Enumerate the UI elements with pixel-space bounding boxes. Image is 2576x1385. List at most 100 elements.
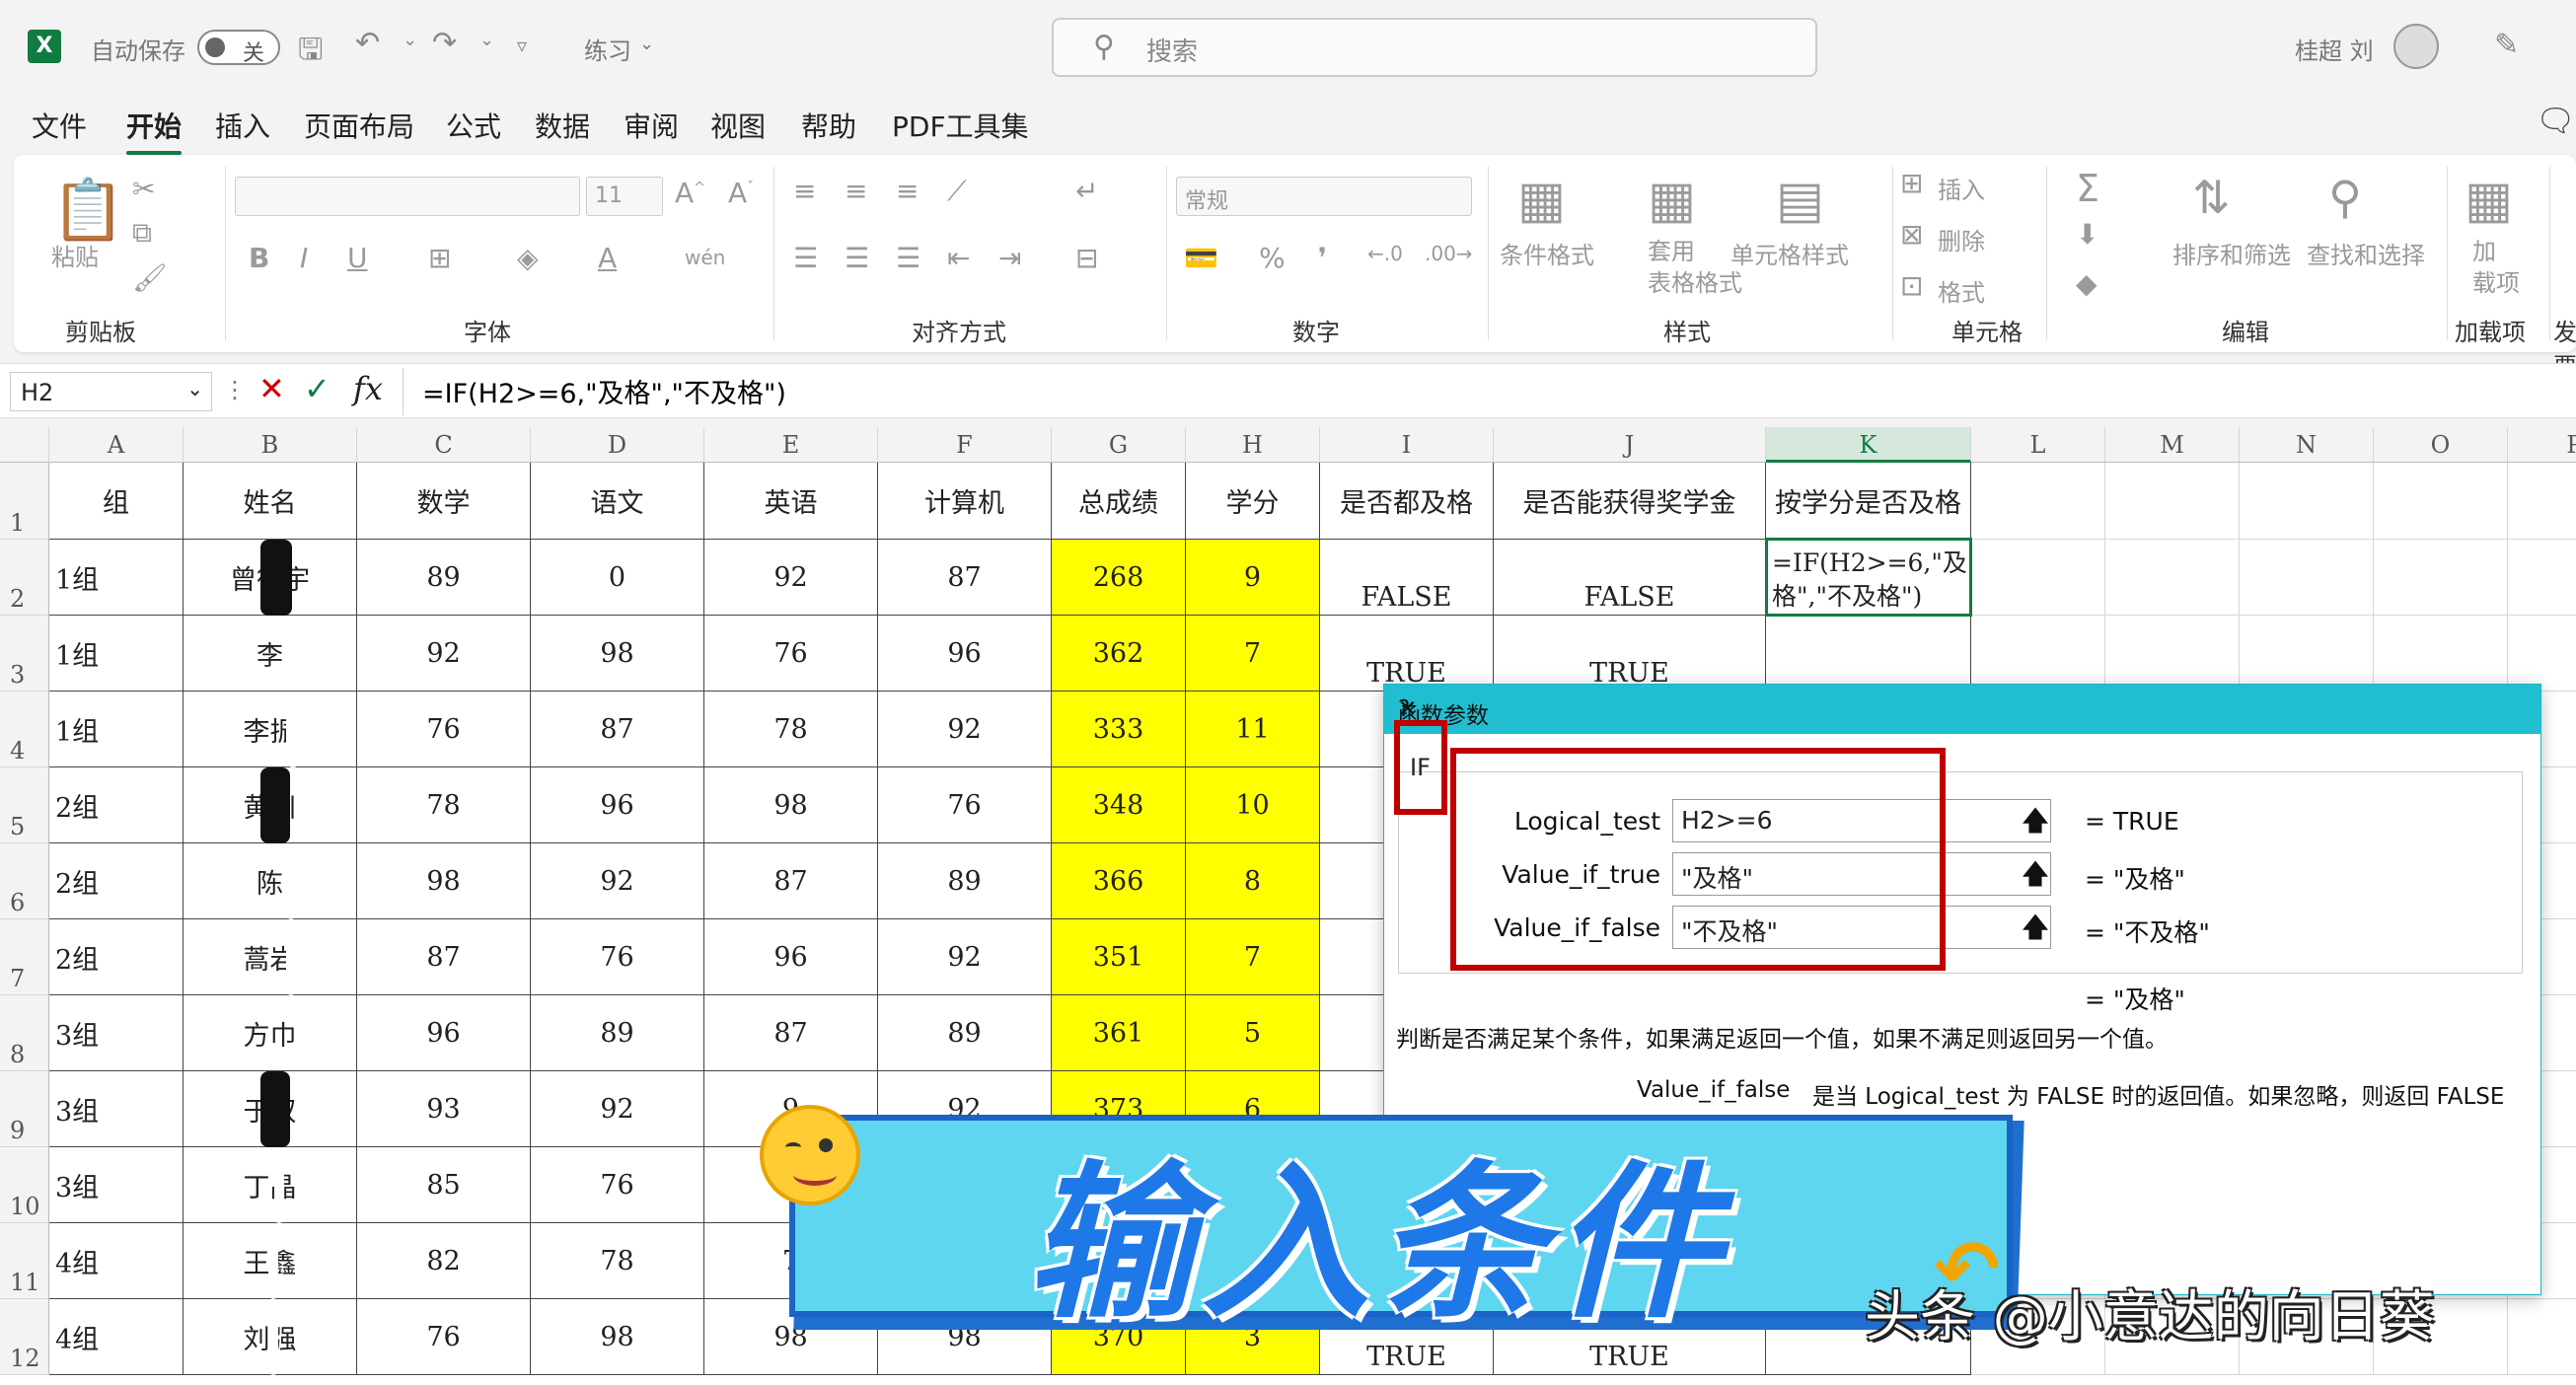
customize-qat-icon[interactable]: ▿ [517, 34, 527, 57]
table-cell[interactable]: 268 [1052, 540, 1186, 616]
empty-cell[interactable] [2105, 616, 2240, 692]
phonetic-icon[interactable]: wén [685, 246, 725, 269]
table-cell[interactable]: 351 [1052, 919, 1186, 995]
accounting-format-icon[interactable]: 💳 [1184, 242, 1218, 274]
column-header[interactable]: K [1766, 427, 1971, 463]
row-header[interactable]: 1 [0, 463, 49, 540]
table-cell[interactable]: 11 [1186, 692, 1320, 767]
undo-dropdown-icon[interactable]: ⌄ [403, 30, 417, 50]
pen-icon[interactable]: ✎ [2494, 28, 2519, 62]
comment-icon[interactable]: 🗨 [2536, 102, 2576, 139]
table-cell[interactable]: 2组 [49, 919, 184, 995]
clear-icon[interactable]: ◆ [2076, 267, 2098, 300]
table-cell[interactable]: 87 [531, 692, 704, 767]
table-cell[interactable]: 366 [1052, 843, 1186, 919]
table-cell[interactable]: 85 [357, 1147, 531, 1223]
table-cell[interactable]: 362 [1052, 616, 1186, 692]
empty-cell[interactable] [2508, 540, 2576, 616]
row-header[interactable]: 9 [0, 1071, 49, 1147]
bold-icon[interactable]: B [249, 242, 269, 274]
row-header[interactable]: 6 [0, 843, 49, 919]
empty-cell[interactable] [2240, 463, 2374, 540]
empty-cell[interactable] [2508, 463, 2576, 540]
table-cell[interactable]: 96 [357, 995, 531, 1071]
decrease-decimal-icon[interactable]: .00→ [1425, 242, 1473, 265]
header-cell[interactable]: 是否能获得奖学金 [1494, 463, 1766, 540]
empty-cell[interactable] [2240, 616, 2374, 692]
row-header[interactable]: 11 [0, 1223, 49, 1299]
menu-formulas[interactable]: 公式 [446, 106, 501, 145]
italic-icon[interactable]: I [300, 242, 308, 274]
wrap-text-icon[interactable]: ↵ [1075, 175, 1098, 207]
align-left-icon[interactable]: ☰ [793, 242, 818, 274]
row-header[interactable]: 2 [0, 540, 49, 616]
table-cell[interactable]: 蒿岩 [184, 919, 357, 995]
empty-cell[interactable] [2105, 540, 2240, 616]
decrease-font-icon[interactable]: Aˇ [728, 177, 754, 209]
comma-style-icon[interactable]: ❜ [1318, 242, 1327, 274]
empty-cell[interactable] [2508, 616, 2576, 692]
menu-pdf-tools[interactable]: PDF工具集 [892, 106, 1029, 145]
header-cell[interactable]: 英语 [704, 463, 878, 540]
font-size-dropdown[interactable]: 11 [586, 177, 663, 216]
sort-filter-label[interactable]: 排序和筛选 [2172, 236, 2291, 270]
header-cell[interactable]: 语文 [531, 463, 704, 540]
paste-icon[interactable]: 📋 [51, 175, 125, 245]
table-cell[interactable]: 92 [878, 919, 1052, 995]
table-cell[interactable]: 0 [531, 540, 704, 616]
column-header[interactable]: M [2105, 427, 2240, 463]
sort-filter-icon[interactable]: ⇅ [2192, 171, 2231, 224]
empty-cell[interactable] [1971, 540, 2105, 616]
format-cells-label[interactable]: 格式 [1938, 273, 1985, 308]
orientation-icon[interactable]: ⟋ [947, 175, 967, 208]
empty-cell[interactable] [1971, 463, 2105, 540]
table-cell[interactable]: 8 [1186, 843, 1320, 919]
table-cell[interactable] [1766, 616, 1971, 692]
column-header[interactable]: G [1052, 427, 1186, 463]
table-cell[interactable]: 98 [531, 1299, 704, 1375]
table-cell[interactable]: 4组 [49, 1223, 184, 1299]
header-cell[interactable]: 数学 [357, 463, 531, 540]
redo-icon[interactable]: ↷ [432, 26, 457, 60]
table-cell[interactable]: 5 [1186, 995, 1320, 1071]
menu-view[interactable]: 视图 [710, 106, 766, 145]
table-cell[interactable]: 李振 [184, 692, 357, 767]
underline-icon[interactable]: U [347, 242, 368, 274]
increase-font-icon[interactable]: A^ [675, 177, 705, 209]
conditional-format-icon[interactable]: ▦ [1517, 171, 1566, 230]
active-cell[interactable]: =IF(H2>=6,"及 格","不及格") [1765, 538, 1972, 617]
table-cell[interactable]: 76 [357, 692, 531, 767]
table-cell[interactable]: 丁晶 [184, 1147, 357, 1223]
table-cell[interactable]: 87 [704, 843, 878, 919]
row-header[interactable]: 5 [0, 767, 49, 843]
table-cell[interactable]: 87 [704, 995, 878, 1071]
header-cell[interactable]: 按学分是否及格 [1766, 463, 1971, 540]
find-select-icon[interactable]: ⚲ [2328, 171, 2362, 224]
delete-cells-label[interactable]: 删除 [1938, 222, 1985, 256]
insert-cells-label[interactable]: 插入 [1938, 171, 1985, 205]
table-cell[interactable]: 3组 [49, 995, 184, 1071]
empty-cell[interactable] [1971, 616, 2105, 692]
select-all-corner[interactable] [0, 427, 49, 463]
borders-icon[interactable]: ⊞ [428, 242, 451, 274]
column-header[interactable]: A [49, 427, 184, 463]
row-header[interactable]: 4 [0, 692, 49, 767]
table-cell[interactable]: 李 [184, 616, 357, 692]
table-cell[interactable]: 96 [878, 616, 1052, 692]
column-header[interactable]: H [1186, 427, 1320, 463]
decrease-indent-icon[interactable]: ⇤ [947, 242, 970, 274]
row-header[interactable]: 10 [0, 1147, 49, 1223]
empty-cell[interactable] [2105, 463, 2240, 540]
table-cell[interactable]: 7 [1186, 919, 1320, 995]
autosum-icon[interactable]: Σ [2076, 167, 2099, 210]
table-cell[interactable]: 92 [531, 1071, 704, 1147]
table-cell[interactable]: FALSE [1494, 540, 1766, 616]
column-header[interactable]: J [1494, 427, 1766, 463]
row-header[interactable]: 7 [0, 919, 49, 995]
header-cell[interactable]: 学分 [1186, 463, 1320, 540]
column-header[interactable]: B [184, 427, 357, 463]
table-cell[interactable]: 76 [531, 1147, 704, 1223]
align-right-icon[interactable]: ☰ [896, 242, 920, 274]
name-box-chevron-icon[interactable]: ⌄ [186, 377, 203, 401]
column-header[interactable]: P [2508, 427, 2576, 463]
